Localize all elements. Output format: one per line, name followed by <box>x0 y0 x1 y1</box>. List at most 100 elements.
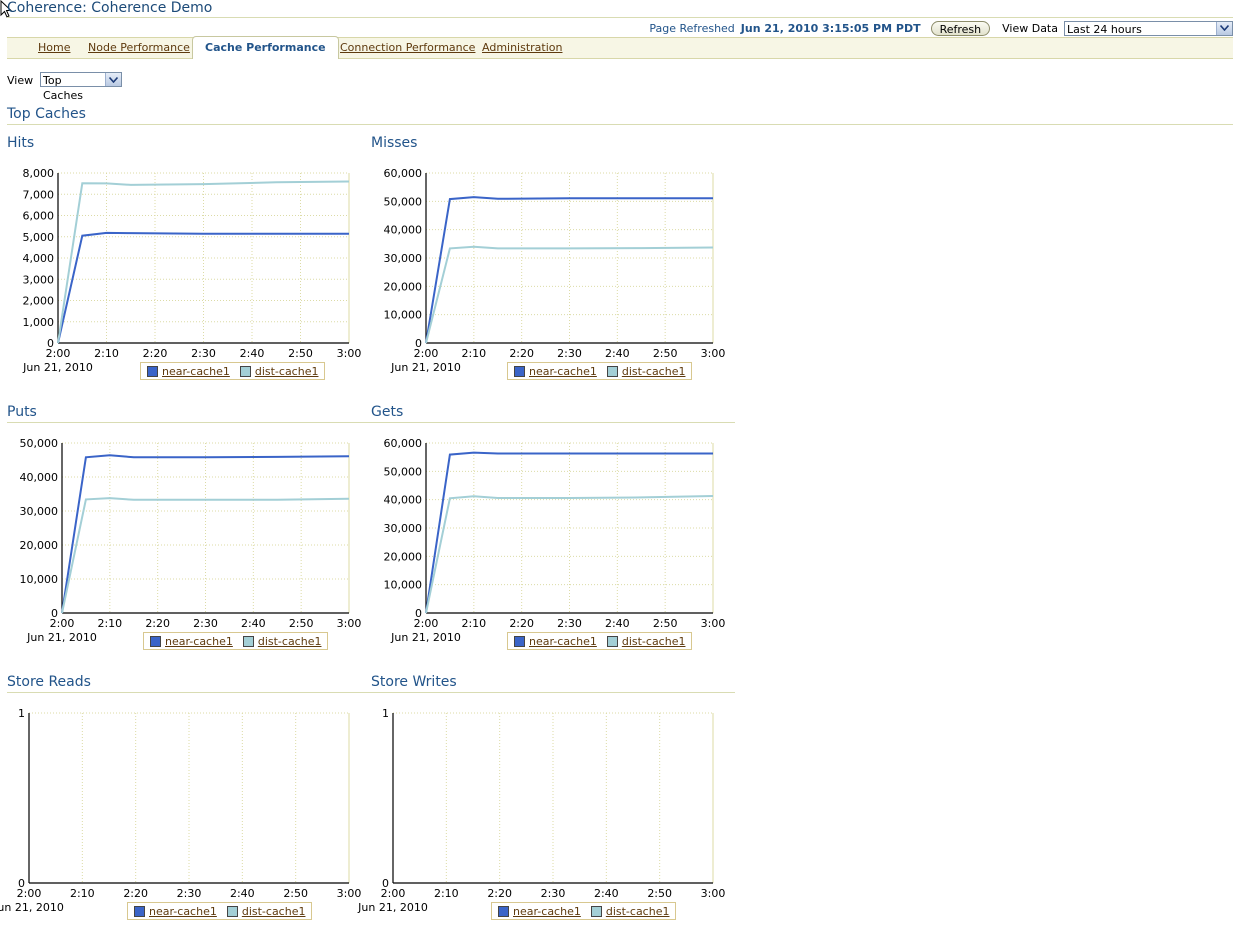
legend-item-near[interactable]: near-cache1 <box>498 905 581 918</box>
y-tick-label: 4,000 <box>23 252 55 265</box>
x-tick-label: 2:30 <box>191 347 216 360</box>
x-tick-label: 2:40 <box>241 617 266 630</box>
legend-item-dist[interactable]: dist-cache1 <box>590 905 670 918</box>
chart-gets: 010,00020,00030,00040,00050,00060,0002:0… <box>384 437 726 644</box>
legend-label-near[interactable]: near-cache1 <box>165 635 233 648</box>
dist-swatch-icon <box>606 635 618 647</box>
legend-label-dist[interactable]: dist-cache1 <box>606 905 670 918</box>
x-tick-label: 2:30 <box>557 617 582 630</box>
legend-label-near[interactable]: near-cache1 <box>149 905 217 918</box>
y-tick-label: 10,000 <box>20 573 59 586</box>
x-date-label: Jun 21, 2010 <box>390 361 461 374</box>
legend-label-near[interactable]: near-cache1 <box>529 635 597 648</box>
y-tick-label: 1 <box>382 707 389 720</box>
legend-gets: near-cache1 dist-cache1 <box>507 632 693 650</box>
chart-misses: 010,00020,00030,00040,00050,00060,0002:0… <box>384 167 726 374</box>
x-tick-label: 2:20 <box>509 617 534 630</box>
x-tick-label: 2:50 <box>647 887 672 900</box>
near-swatch-icon <box>134 905 145 917</box>
y-tick-label: 10,000 <box>384 309 423 322</box>
x-tick-label: 2:00 <box>46 347 71 360</box>
dist-swatch-icon <box>226 905 238 917</box>
legend-misses: near-cache1 dist-cache1 <box>507 362 693 380</box>
x-tick-label: 2:40 <box>605 347 630 360</box>
near-swatch-icon <box>514 635 525 647</box>
x-tick-label: 2:20 <box>509 347 534 360</box>
y-tick-label: 50,000 <box>20 437 59 450</box>
x-tick-label: 3:00 <box>337 347 362 360</box>
legend-store-writes: near-cache1 dist-cache1 <box>491 902 677 920</box>
x-tick-label: 2:50 <box>653 617 678 630</box>
legend-item-dist[interactable]: dist-cache1 <box>242 635 322 648</box>
x-tick-label: 2:50 <box>653 347 678 360</box>
x-tick-label: 3:00 <box>701 887 726 900</box>
x-tick-label: 2:10 <box>461 347 486 360</box>
y-tick-label: 30,000 <box>20 505 59 518</box>
near-swatch-icon <box>514 365 525 377</box>
series-line-near-cache1 <box>61 454 350 614</box>
y-tick-label: 2,000 <box>23 295 55 308</box>
y-tick-label: 10,000 <box>384 579 423 592</box>
y-tick-label: 8,000 <box>23 167 55 180</box>
y-tick-label: 50,000 <box>384 195 423 208</box>
legend-item-near[interactable]: near-cache1 <box>150 635 233 648</box>
y-tick-label: 6,000 <box>23 210 55 223</box>
x-tick-label: 2:50 <box>283 887 308 900</box>
y-tick-label: 20,000 <box>384 550 423 563</box>
legend-label-dist[interactable]: dist-cache1 <box>622 635 686 648</box>
y-tick-label: 30,000 <box>384 252 423 265</box>
dist-swatch-icon <box>590 905 602 917</box>
x-tick-label: 3:00 <box>337 887 362 900</box>
chart-store-reads: 012:00 2:10 2:20 2:30 2:40 2:50 3:00Jun 21, 20… <box>0 707 361 914</box>
legend-label-dist[interactable]: dist-cache1 <box>242 905 306 918</box>
legend-item-near[interactable]: near-cache1 <box>134 905 217 918</box>
near-swatch-icon <box>147 365 158 377</box>
x-date-label: Jun 21, 2010 <box>0 901 64 914</box>
legend-label-dist[interactable]: dist-cache1 <box>255 365 319 378</box>
x-tick-label: 2:10 <box>461 617 486 630</box>
y-tick-label: 20,000 <box>384 280 423 293</box>
y-tick-label: 1 <box>18 707 25 720</box>
legend-item-dist[interactable]: dist-cache1 <box>606 635 686 648</box>
x-tick-label: 2:40 <box>240 347 265 360</box>
y-tick-label: 60,000 <box>384 437 423 450</box>
y-tick-label: 20,000 <box>20 539 59 552</box>
legend-item-near[interactable]: near-cache1 <box>514 635 597 648</box>
x-date-label: Jun 21, 2010 <box>390 631 461 644</box>
legend-item-dist[interactable]: dist-cache1 <box>239 365 319 378</box>
chart-puts: 010,00020,00030,00040,00050,0002:00 2:10 2… <box>20 437 362 644</box>
legend-item-dist[interactable]: dist-cache1 <box>226 905 306 918</box>
x-tick-label: 2:30 <box>541 887 566 900</box>
legend-label-near[interactable]: near-cache1 <box>529 365 597 378</box>
legend-label-dist[interactable]: dist-cache1 <box>258 635 322 648</box>
legend-item-near[interactable]: near-cache1 <box>147 365 230 378</box>
y-tick-label: 7,000 <box>23 188 55 201</box>
x-tick-label: 2:00 <box>414 617 439 630</box>
near-swatch-icon <box>498 905 509 917</box>
legend-label-near[interactable]: near-cache1 <box>513 905 581 918</box>
x-date-label: Jun 21, 2010 <box>357 901 428 914</box>
x-tick-label: 3:00 <box>701 347 726 360</box>
legend-item-dist[interactable]: dist-cache1 <box>606 365 686 378</box>
x-date-label: Jun 21, 2010 <box>26 631 97 644</box>
x-tick-label: 2:40 <box>594 887 619 900</box>
legend-label-near[interactable]: near-cache1 <box>162 365 230 378</box>
y-tick-label: 50,000 <box>384 465 423 478</box>
x-date-label: Jun 21, 2010 <box>22 361 93 374</box>
y-tick-label: 40,000 <box>20 471 59 484</box>
charts-canvas: 01,0002,0003,0004,0005,0006,0007,0008,00… <box>0 167 726 914</box>
x-tick-label: 2:10 <box>70 887 95 900</box>
chart-store-writes: 012:00 2:10 2:20 2:30 2:40 2:50 3:00Jun 21, 20… <box>357 707 725 914</box>
x-tick-label: 2:00 <box>414 347 439 360</box>
legend-item-near[interactable]: near-cache1 <box>514 365 597 378</box>
x-tick-label: 2:30 <box>193 617 218 630</box>
near-swatch-icon <box>150 635 161 647</box>
legend-label-dist[interactable]: dist-cache1 <box>622 365 686 378</box>
x-tick-label: 2:50 <box>289 617 314 630</box>
x-tick-label: 2:20 <box>143 347 168 360</box>
x-tick-label: 3:00 <box>337 617 362 630</box>
legend-hits: near-cache1 dist-cache1 <box>140 362 326 380</box>
series-line-dist-cache1 <box>425 245 714 344</box>
x-tick-label: 2:20 <box>487 887 512 900</box>
x-tick-label: 2:00 <box>381 887 406 900</box>
